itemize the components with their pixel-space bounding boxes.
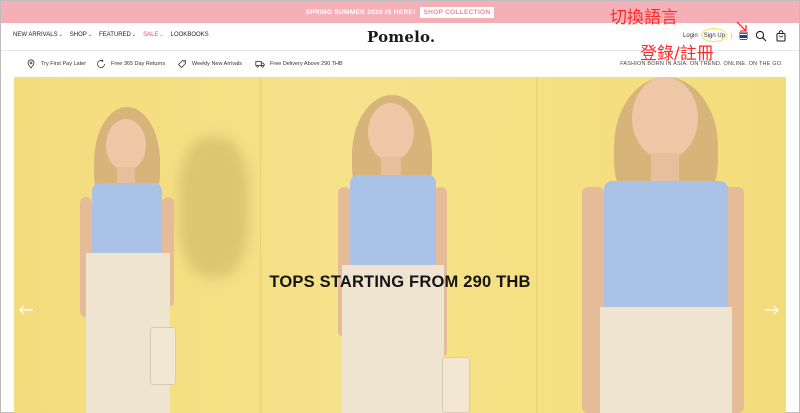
nav-shop[interactable]: SHOP ⌄ (70, 32, 92, 38)
chevron-down-icon: ⌄ (159, 32, 164, 38)
panel-divider (260, 77, 261, 413)
usp-item: Free Delivery Above 290 THB (255, 59, 343, 69)
tag-icon (177, 60, 186, 69)
main-nav: NEW ARRIVALS ⌄ SHOP ⌄ FEATURED ⌄ SALE ⌄ LOOK… (13, 32, 209, 38)
shop-collection-button[interactable]: SHOP COLLECTION (419, 6, 495, 18)
divider: | (731, 32, 733, 39)
nav-label: SALE (143, 32, 159, 38)
nav-label: LOOKBOOKS (170, 32, 209, 38)
usp-label: Try First Pay Later (41, 61, 87, 67)
annotation-switch-language: 切換語言 (610, 8, 678, 28)
model-photo-right (574, 77, 784, 413)
usp-item: Try First Pay Later (26, 59, 86, 69)
arrow-right-icon[interactable] (764, 304, 780, 316)
panel-divider (536, 77, 537, 413)
nav-label: NEW ARRIVALS (13, 32, 58, 38)
bag-icon[interactable] (775, 30, 787, 42)
nav-label: FEATURED (99, 32, 131, 38)
nav-featured[interactable]: FEATURED ⌄ (99, 32, 136, 38)
promo-bar: SPRING SUMMER 2020 IS HERE! SHOP COLLECT… (1, 1, 799, 23)
chevron-down-icon: ⌄ (87, 32, 92, 38)
usp-label: Free Delivery Above 290 THB (270, 61, 343, 67)
chevron-down-icon: ⌄ (58, 32, 63, 38)
login-link[interactable]: Login (683, 33, 698, 39)
truck-icon (255, 61, 265, 68)
pomelo-logo[interactable]: Pomelo. (367, 28, 435, 46)
nav-sale[interactable]: SALE ⌄ (143, 32, 164, 38)
usp-label: Free 365 Day Returns (111, 61, 166, 67)
nav-lookbooks[interactable]: LOOKBOOKS (171, 32, 209, 38)
hero-headline: TOPS STARTING FROM 290 THB (269, 273, 531, 291)
return-arrow-icon (97, 59, 105, 68)
usp-item: Free 365 Day Returns (96, 59, 165, 69)
nav-label: SHOP (69, 32, 87, 38)
annotation-arrow-icon (736, 21, 747, 32)
hero-banner[interactable]: TOPS STARTING FROM 290 THB (14, 77, 786, 413)
nav-new-arrivals[interactable]: NEW ARRIVALS ⌄ (13, 32, 63, 38)
usp-label: Weekly New Arrivals (192, 61, 243, 67)
model-photo-center (302, 77, 492, 413)
annotation-login-register: 登錄/註冊 (640, 44, 714, 64)
arrow-left-icon[interactable] (18, 304, 34, 316)
promo-text: SPRING SUMMER 2020 IS HERE! (305, 8, 416, 16)
chevron-down-icon: ⌄ (131, 32, 137, 38)
model-photo-left (54, 77, 249, 413)
search-icon[interactable] (755, 30, 767, 42)
usp-item: Weekly New Arrivals (177, 59, 242, 69)
location-pin-icon (27, 59, 35, 69)
